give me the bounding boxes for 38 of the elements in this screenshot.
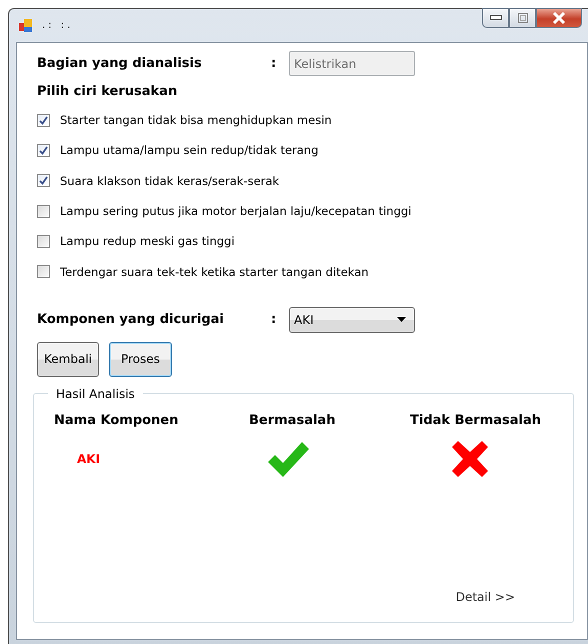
window-title: .: :. [42, 20, 74, 31]
check-icon [266, 440, 310, 478]
checkbox[interactable] [37, 265, 50, 278]
minimize-icon [490, 15, 502, 21]
app-icon [18, 18, 34, 34]
analyzed-part-label: Bagian yang dianalisis [37, 56, 203, 71]
suspected-label: Komponen yang dicurigai [37, 312, 225, 328]
checkbox-label[interactable]: Lampu utama/lampu sein redup/tidak terang [60, 143, 318, 158]
checkbox[interactable] [37, 114, 50, 127]
action-button[interactable]: Proses [108, 342, 172, 377]
action-button[interactable]: Kembali [37, 342, 99, 377]
minimize-button[interactable] [482, 8, 509, 28]
checkbox[interactable] [37, 204, 50, 218]
checkbox-label[interactable]: Lampu sering putus jika motor berjalan laju/kecepatan tinggi [60, 204, 412, 218]
column-header: Bermasalah [249, 412, 336, 428]
checkbox[interactable] [37, 234, 50, 248]
cross-icon [452, 440, 488, 477]
checkbox-label[interactable]: Lampu redup meski gas tinggi [60, 234, 235, 248]
symptoms-heading: Pilih ciri kerusakan [37, 84, 178, 99]
analyzed-part-field[interactable]: Kelistrikan [289, 51, 415, 76]
component-name: AKI [76, 452, 102, 466]
close-icon [552, 12, 566, 24]
separator: : [271, 56, 278, 71]
checkbox[interactable] [37, 174, 50, 188]
column-header: Tidak Bermasalah [410, 412, 542, 428]
checkbox[interactable] [37, 144, 50, 157]
detail-link[interactable]: Detail >> [456, 590, 515, 604]
column-header: Nama Komponen [54, 412, 180, 428]
checkbox-label[interactable]: Terdengar suara tek-tek ketika starter tangan ditekan [60, 264, 369, 279]
checkbox-label[interactable]: Suara klakson tidak keras/serak-serak [60, 174, 280, 188]
checkbox-label[interactable]: Starter tangan tidak bisa menghidupkan mesin [60, 113, 332, 128]
maximize-icon [518, 13, 528, 23]
maximize-button[interactable] [509, 8, 536, 28]
suspected-dropdown[interactable]: AKI [289, 306, 415, 333]
group-title: Hasil Analisis [55, 386, 136, 401]
caret-icon [397, 317, 406, 322]
close-button[interactable] [536, 8, 582, 28]
separator: : [271, 312, 278, 328]
